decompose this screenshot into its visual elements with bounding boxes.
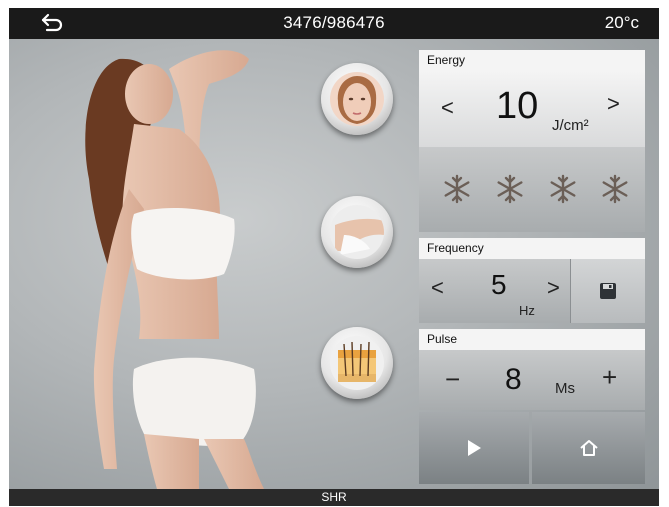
- frequency-decrease-button[interactable]: <: [431, 275, 444, 301]
- start-button[interactable]: [419, 412, 529, 484]
- save-button[interactable]: [571, 259, 645, 323]
- home-button[interactable]: [532, 412, 645, 484]
- floppy-disk-icon: [600, 283, 616, 299]
- snowflake-icon[interactable]: [494, 173, 526, 205]
- energy-unit: J/cm²: [552, 117, 589, 134]
- frequency-value-box: < 5 Hz >: [419, 259, 645, 323]
- frequency-increase-button[interactable]: >: [547, 275, 560, 301]
- snowflake-icon[interactable]: [441, 173, 473, 205]
- pulse-increase-button[interactable]: +: [602, 362, 617, 393]
- play-icon: [468, 440, 481, 456]
- snowflake-icon[interactable]: [547, 173, 579, 205]
- pulse-value-box: − 8 Ms +: [419, 350, 645, 410]
- home-icon: [580, 440, 598, 456]
- face-area-button[interactable]: [321, 63, 393, 135]
- cooling-level-box: [419, 147, 645, 232]
- skin-layers-icon: [330, 336, 384, 390]
- main-area: Energy < 10 J/cm² > Frequency < 5 Hz > P…: [9, 39, 659, 489]
- face-icon: [330, 72, 384, 126]
- temperature-readout: 20°c: [604, 13, 639, 32]
- shot-counter: 3476/986476: [283, 13, 385, 32]
- energy-value-box: < 10 J/cm² >: [419, 71, 645, 147]
- energy-header: Energy: [419, 50, 645, 71]
- underarm-icon: [330, 205, 384, 259]
- frequency-value: 5: [491, 269, 507, 300]
- pulse-header: Pulse: [419, 329, 645, 350]
- model-figure: [85, 50, 264, 489]
- pulse-unit: Ms: [555, 380, 575, 397]
- skin-hair-button[interactable]: [321, 327, 393, 399]
- mode-bar: SHR: [9, 489, 659, 506]
- snowflake-icon[interactable]: [599, 173, 631, 205]
- mode-label: SHR: [321, 490, 347, 504]
- frequency-unit: Hz: [519, 303, 535, 318]
- energy-value: 10: [496, 85, 539, 127]
- energy-increase-button[interactable]: >: [607, 91, 620, 117]
- pulse-value: 8: [505, 363, 522, 396]
- top-bar: 3476/986476 20°c: [9, 8, 659, 39]
- pulse-decrease-button[interactable]: −: [445, 364, 460, 395]
- frequency-header: Frequency: [419, 238, 645, 259]
- energy-decrease-button[interactable]: <: [441, 95, 454, 121]
- device-screen: 3476/986476 20°c Energy < 10 J/cm² > Fre…: [9, 8, 659, 506]
- arm-area-button[interactable]: [321, 196, 393, 268]
